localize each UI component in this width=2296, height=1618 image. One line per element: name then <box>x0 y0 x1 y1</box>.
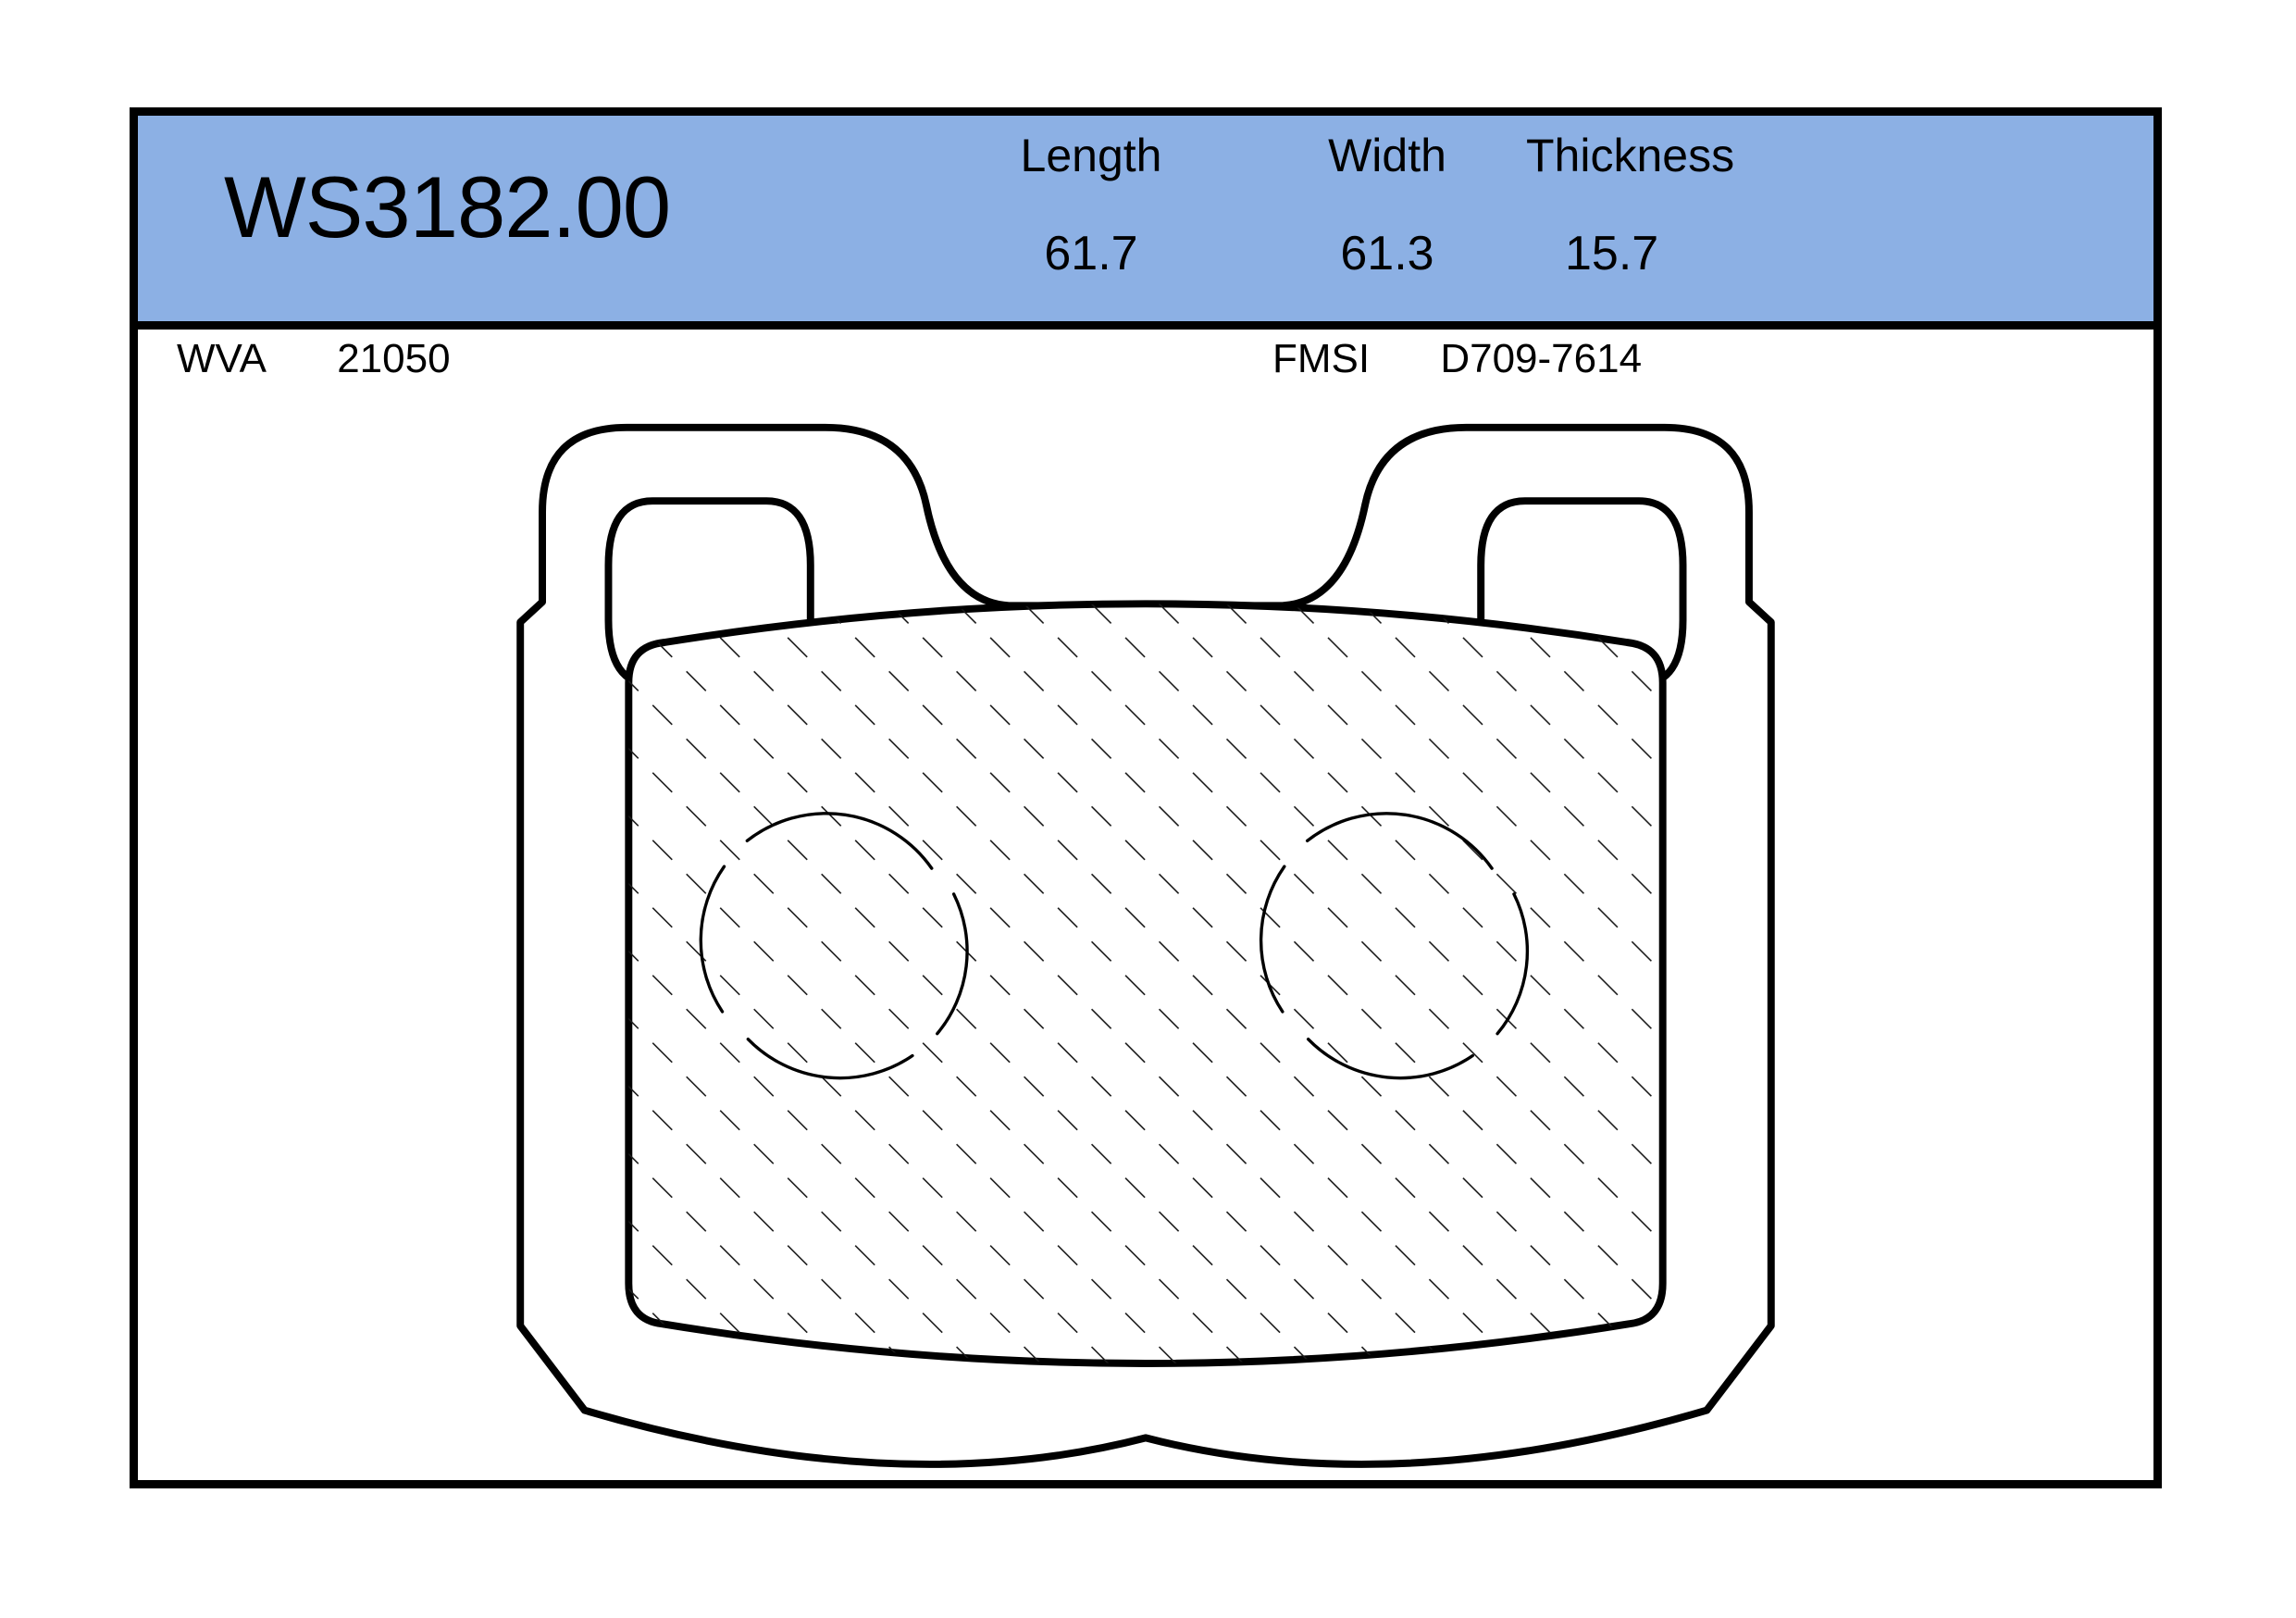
dimension-thickness-label: Thickness <box>1526 130 1735 181</box>
header-band: WS3182.00 Length 61.7 Width 61.3 Thickne… <box>138 116 2153 330</box>
page-title: WS3182.00 <box>224 158 671 255</box>
dimension-length-label: Length <box>1020 130 1162 181</box>
code-row: WVA 21050 FMSI D709-7614 <box>138 330 2153 402</box>
dimension-length-value: 61.7 <box>1044 227 1138 280</box>
fmsi-code: FMSI D709-7614 <box>1272 339 1642 380</box>
dimension-thickness-value: 15.7 <box>1565 227 1659 280</box>
friction-material <box>625 600 1667 1367</box>
dimension-length: Length 61.7 <box>952 132 1230 278</box>
fmsi-label: FMSI <box>1272 336 1371 381</box>
brake-pad-drawing <box>516 423 1775 1468</box>
dimension-width-value: 61.3 <box>1340 227 1434 280</box>
dimension-width: Width 61.3 <box>1248 132 1526 278</box>
wva-value: 21050 <box>337 336 451 381</box>
wva-label: WVA <box>177 336 267 381</box>
friction-hatching <box>628 604 1663 1363</box>
drawing-area <box>138 402 2153 1480</box>
fmsi-value: D709-7614 <box>1440 336 1643 381</box>
dimension-thickness: Thickness 15.7 <box>1517 132 1896 278</box>
dimension-width-label: Width <box>1328 130 1446 181</box>
spec-card: WS3182.00 Length 61.7 Width 61.3 Thickne… <box>130 107 2162 1488</box>
wva-code: WVA 21050 <box>177 339 451 380</box>
